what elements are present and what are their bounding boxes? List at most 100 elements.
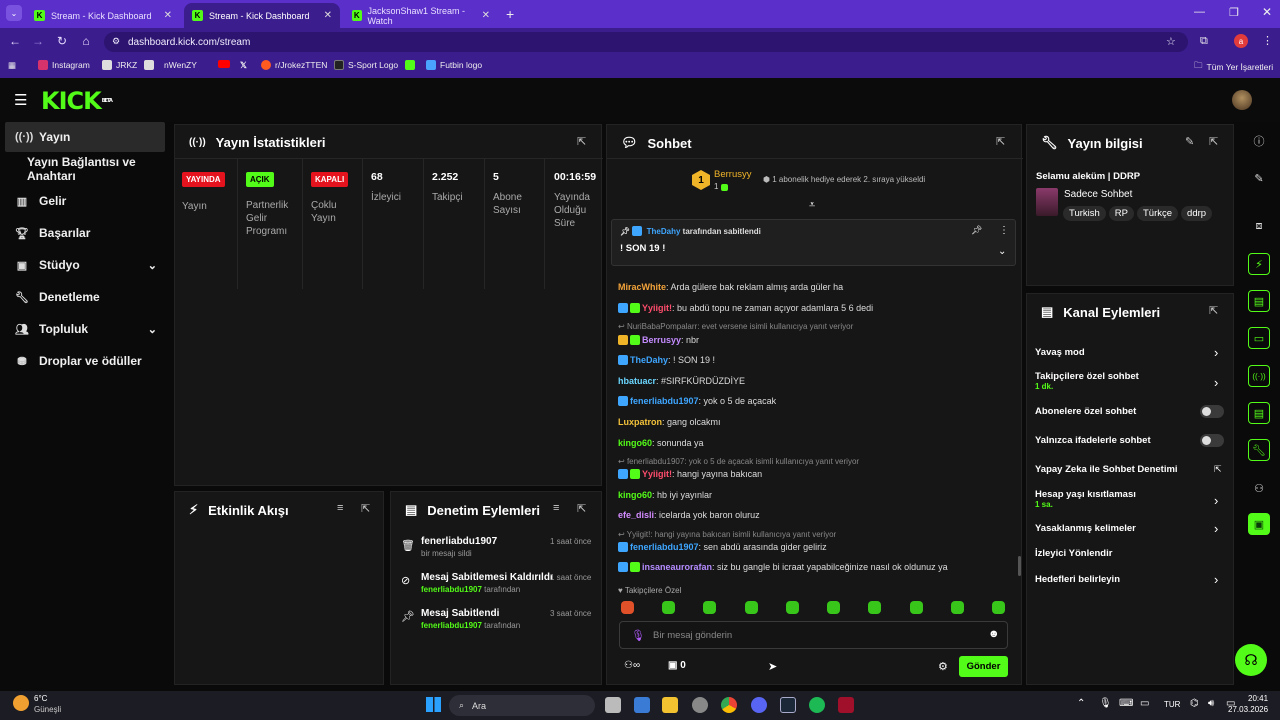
browser-menu-icon[interactable]: ⋮ <box>1262 34 1273 47</box>
maximize-button[interactable]: ❐ <box>1229 6 1239 19</box>
emote-icon[interactable] <box>662 601 675 614</box>
chat-message[interactable]: Luxpatron: gang olcakmı <box>618 417 721 427</box>
info-icon[interactable]: ⓘ <box>1248 130 1270 152</box>
sidebar-item-topluluk[interactable]: 👥︎ Topluluk ⌄ <box>5 314 165 344</box>
chat-message[interactable]: Yyiigit!: hangi yayına bakıcan <box>618 469 762 479</box>
emote-icon[interactable] <box>910 601 923 614</box>
chat-username[interactable]: kingo60 <box>618 490 652 500</box>
chat-scrollbar[interactable] <box>1018 556 1021 576</box>
popout-icon[interactable]: ⇱ <box>577 135 586 148</box>
emote-icon[interactable] <box>621 601 634 614</box>
bookmark-futbin[interactable]: Futbin logo <box>426 60 482 70</box>
chat-username[interactable]: kingo60 <box>618 438 652 448</box>
chat-username[interactable]: fenerliabdu1907 <box>630 396 699 406</box>
emote-icon[interactable] <box>992 601 1005 614</box>
sidebar-item-stream-key[interactable]: Yayın Bağlantısı ve Anahtarı <box>5 154 175 184</box>
chat-input-box[interactable]: 🎙︎ Bir mesaj gönderin ☻ <box>619 621 1008 649</box>
new-tab-button[interactable]: + <box>506 6 514 22</box>
back-icon[interactable]: ← <box>4 34 26 48</box>
chat-settings-icon[interactable]: ⚙ <box>938 660 948 673</box>
chat-username[interactable]: Yyiigit! <box>642 303 672 313</box>
channel-action-row[interactable]: Hesap yaşı kısıtlaması 1 sa. <box>1035 489 1136 509</box>
bookmark-jrkz[interactable]: JRKZ <box>102 60 137 70</box>
chat-message[interactable]: Yyiigit!: bu abdü topu ne zaman açıyor a… <box>618 303 873 313</box>
close-window-button[interactable]: ✕ <box>1262 5 1272 19</box>
chat-username[interactable]: Luxpatron <box>618 417 662 427</box>
chat-username[interactable]: insaneaurorafan <box>642 562 712 572</box>
broadcast-icon[interactable]: ((·)) <box>1248 365 1270 387</box>
tab-search-button[interactable]: ⌄ <box>6 5 22 21</box>
channel-action-row[interactable]: Yavaş mod <box>1035 347 1085 358</box>
crop-icon[interactable]: ⧈ <box>1248 215 1270 237</box>
bolt-icon[interactable]: ⚡︎ <box>1248 253 1270 275</box>
emote-icon[interactable] <box>951 601 964 614</box>
app-icon[interactable] <box>692 697 708 713</box>
toggle-switch[interactable] <box>1200 434 1224 447</box>
channel-action-row[interactable]: Hedefleri belirleyin <box>1035 574 1120 585</box>
chat-message[interactable]: MiracWhite: Arda gülere bak reklam almış… <box>618 282 843 292</box>
sidebar-item-studyo[interactable]: ▣ Stüdyo ⌄ <box>5 250 165 280</box>
microphone-icon[interactable]: 🎙︎ <box>1099 698 1112 709</box>
channel-icon[interactable]: ▤ <box>1248 402 1270 424</box>
display-icon[interactable]: ▭ <box>1140 698 1149 709</box>
sidebar-item-gelir[interactable]: ▥ Gelir <box>5 186 165 216</box>
bookmark-instagram[interactable]: Instagram <box>38 60 90 70</box>
filter-icon[interactable]: ≡ <box>553 502 559 514</box>
toggle-switch[interactable] <box>1200 405 1224 418</box>
chat-username[interactable]: efe_disli <box>618 510 654 520</box>
volume-icon[interactable]: 🔊︎ <box>1208 698 1214 709</box>
chat-username[interactable]: Berrusyy <box>642 335 681 345</box>
extensions-icon[interactable]: ⧉ <box>1200 35 1208 48</box>
chat-username[interactable]: hbatuacr <box>618 376 656 386</box>
popout-icon[interactable]: ⇱ <box>1209 304 1218 317</box>
sidebar-item-basarilar[interactable]: 🏆︎ Başarılar <box>5 218 165 248</box>
document-icon[interactable]: ▤ <box>1248 290 1270 312</box>
users-icon[interactable]: ⚇ <box>1248 477 1270 499</box>
emote-icon[interactable] <box>827 601 840 614</box>
chat-message[interactable]: kingo60: hb iyi yayınlar <box>618 490 712 500</box>
network-icon[interactable]: ⌬ <box>1190 698 1199 709</box>
emote-icon[interactable] <box>703 601 716 614</box>
channel-action-row[interactable]: Yalnızca ifadelerle sohbet <box>1035 435 1151 446</box>
all-bookmarks[interactable]: 🗀 Tüm Yer İşaretleri <box>1194 60 1273 74</box>
chat-message[interactable]: efe_disli: icelarda yok baron oluruz <box>618 510 760 520</box>
channel-action-row[interactable]: İzleyici Yönlendir <box>1035 548 1112 559</box>
reload-icon[interactable]: ↻ <box>51 34 73 48</box>
language-indicator[interactable]: TUR <box>1164 700 1180 709</box>
collapse-icon[interactable]: ⩡ <box>809 199 815 212</box>
chat-message[interactable]: insaneaurorafan: siz bu gangle bi icraat… <box>618 562 948 572</box>
bookmark-nwenzy[interactable] <box>144 60 154 70</box>
clock-time[interactable]: 20:41 <box>1248 694 1268 703</box>
popout-icon[interactable]: ⇱ <box>577 502 586 515</box>
explorer-icon[interactable] <box>662 697 678 713</box>
profile-avatar[interactable]: a <box>1234 34 1248 48</box>
forward-icon[interactable]: → <box>27 34 49 48</box>
bookmark-kick[interactable] <box>405 60 415 70</box>
edit-icon[interactable]: ✎ <box>1185 135 1194 148</box>
emote-icon[interactable] <box>786 601 799 614</box>
bookmark-star-icon[interactable]: ☆ <box>1166 35 1176 48</box>
pinned-message[interactable]: 📌︎ TheDahy tarafından sabitlendi ! SON 1… <box>611 219 1016 266</box>
chat-username[interactable]: fenerliabdu1907 <box>630 542 699 552</box>
pinned-by-user[interactable]: TheDahy <box>647 227 681 236</box>
windows-start-icon[interactable] <box>426 697 441 712</box>
pin-action-icon[interactable]: 📌︎ <box>971 225 982 236</box>
apps-grid-icon[interactable]: ▦ <box>8 60 16 71</box>
site-info-icon[interactable]: ⚙ <box>112 36 120 47</box>
chevron-right-icon[interactable]: › <box>1214 572 1218 587</box>
chevron-right-icon[interactable]: › <box>1214 521 1218 536</box>
chat-username[interactable]: Yyiigit! <box>642 469 672 479</box>
category-name[interactable]: Sadece Sohbet <box>1064 189 1132 200</box>
send-button[interactable]: Gönder <box>959 656 1008 677</box>
browser-tab-2[interactable]: K Stream - Kick Dashboard ✕ <box>184 3 340 28</box>
chevron-right-icon[interactable]: › <box>1214 493 1218 508</box>
sidebar-item-denetleme[interactable]: 🔧︎ Denetleme <box>5 282 165 312</box>
emoji-icon[interactable]: ☻ <box>988 628 1000 640</box>
steam-icon[interactable] <box>780 697 796 713</box>
spotify-icon[interactable] <box>809 697 825 713</box>
chat-message[interactable]: fenerliabdu1907: yok o 5 de açacak <box>618 396 776 406</box>
chevron-down-icon[interactable]: ⌄ <box>998 246 1006 257</box>
popout-icon[interactable]: ⇱ <box>996 135 1005 148</box>
chevron-right-icon[interactable]: › <box>1214 375 1218 390</box>
tag[interactable]: RP <box>1108 206 1134 221</box>
